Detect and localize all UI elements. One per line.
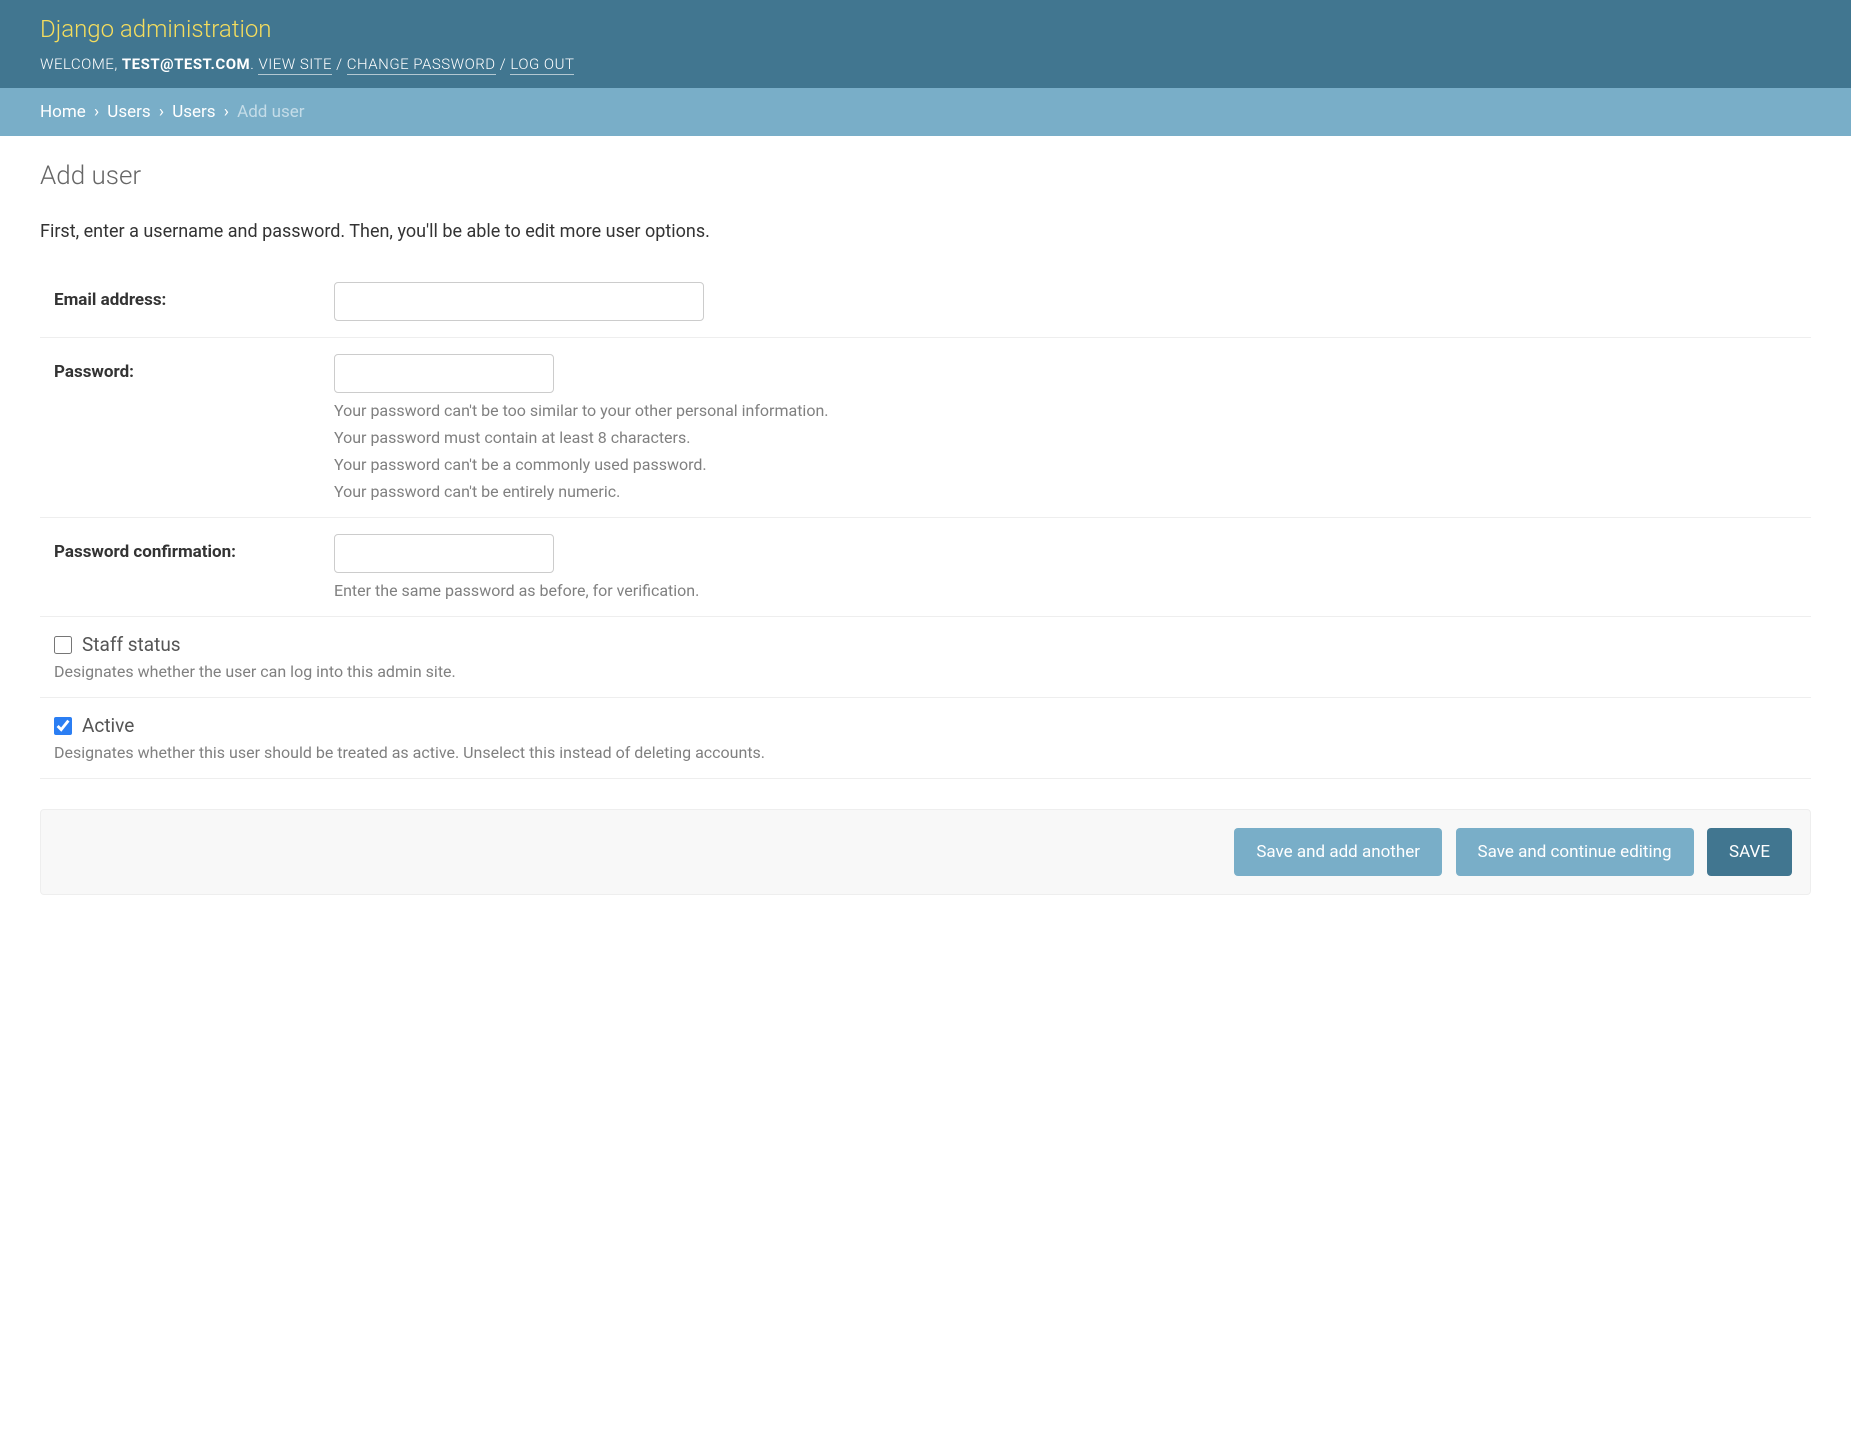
password-help-item: Your password can't be entirely numeric. (334, 482, 1811, 501)
page-intro: First, enter a username and password. Th… (40, 221, 1811, 242)
breadcrumb: Home › Users › Users › Add user (0, 88, 1851, 136)
password-confirm-field[interactable] (334, 534, 554, 573)
breadcrumb-app[interactable]: Users (107, 102, 150, 122)
active-label[interactable]: Active (82, 714, 134, 737)
save-continue-button[interactable]: Save and continue editing (1456, 828, 1694, 876)
welcome-prefix: Welcome, (40, 55, 118, 73)
staff-status-checkbox[interactable] (54, 636, 72, 654)
change-password-link[interactable]: Change password (347, 55, 496, 75)
active-help: Designates whether this user should be t… (54, 743, 1811, 762)
staff-status-row: Staff status Designates whether the user… (40, 617, 1811, 698)
breadcrumb-model[interactable]: Users (172, 102, 215, 122)
password-help-item: Your password can't be a commonly used p… (334, 455, 1811, 474)
view-site-link[interactable]: View site (258, 55, 332, 75)
save-add-another-button[interactable]: Save and add another (1234, 828, 1442, 876)
breadcrumb-home[interactable]: Home (40, 102, 86, 122)
password-help-item: Your password must contain at least 8 ch… (334, 428, 1811, 447)
user-tools: Welcome, TEST@TEST.COM. View site / Chan… (40, 55, 1811, 73)
password-confirm-label: Password confirmation: (54, 534, 334, 562)
password-confirm-row: Password confirmation: Enter the same pa… (40, 518, 1811, 617)
password-label: Password: (54, 354, 334, 382)
site-title-link[interactable]: Django administration (40, 15, 272, 43)
email-label: Email address: (54, 282, 334, 310)
password-confirm-help: Enter the same password as before, for v… (334, 581, 1811, 600)
password-field[interactable] (334, 354, 554, 393)
password-help: Your password can't be too similar to yo… (334, 401, 1811, 501)
branding: Django administration (40, 15, 1811, 43)
password-help-item: Your password can't be too similar to yo… (334, 401, 1811, 420)
submit-row: Save and add another Save and continue e… (40, 809, 1811, 895)
breadcrumb-current: Add user (237, 102, 304, 122)
content: Add user First, enter a username and pas… (0, 136, 1851, 935)
active-checkbox[interactable] (54, 717, 72, 735)
email-field[interactable] (334, 282, 704, 321)
logout-link[interactable]: Log out (510, 55, 574, 75)
active-row: Active Designates whether this user shou… (40, 698, 1811, 779)
admin-header: Django administration Welcome, TEST@TEST… (0, 0, 1851, 88)
page-title: Add user (40, 161, 1811, 191)
staff-status-help: Designates whether the user can log into… (54, 662, 1811, 681)
password-row: Password: Your password can't be too sim… (40, 338, 1811, 518)
staff-status-label[interactable]: Staff status (82, 633, 181, 656)
email-row: Email address: (40, 266, 1811, 338)
user-email: TEST@TEST.COM (122, 55, 250, 73)
save-button[interactable]: SAVE (1707, 828, 1792, 876)
